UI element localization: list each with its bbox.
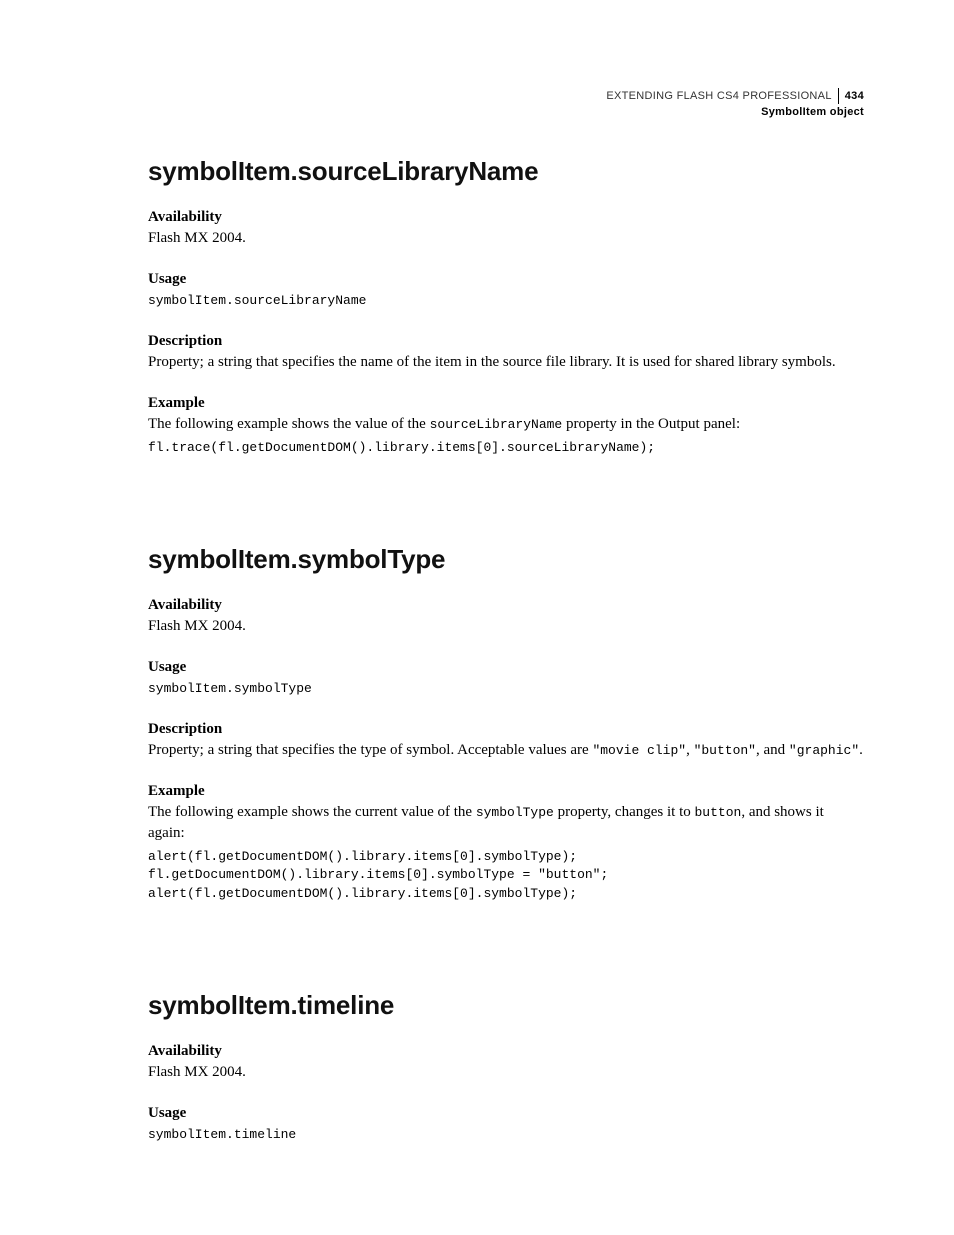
page-content: symbolItem.sourceLibraryName Availabilit… — [148, 88, 864, 1145]
inline-code: "graphic" — [789, 743, 859, 758]
subhead-usage: Usage — [148, 659, 864, 676]
inline-code: "movie clip" — [592, 743, 686, 758]
text-run: property, changes it to — [554, 804, 695, 820]
text-run: , — [686, 742, 694, 758]
body-text: The following example shows the current … — [148, 802, 864, 844]
section-title: symbolItem.symbolType — [148, 544, 864, 575]
subhead-availability: Availability — [148, 209, 864, 226]
code-block: symbolItem.timeline — [148, 1126, 864, 1145]
body-text: Property; a string that specifies the ty… — [148, 740, 864, 761]
subhead-description: Description — [148, 721, 864, 738]
subhead-example: Example — [148, 395, 864, 412]
page-header: EXTENDING FLASH CS4 PROFESSIONAL 434 Sym… — [606, 88, 864, 120]
section-title: symbolItem.sourceLibraryName — [148, 156, 864, 187]
header-separator — [838, 88, 839, 104]
text-run: , and — [756, 742, 789, 758]
subhead-availability: Availability — [148, 1043, 864, 1060]
subhead-example: Example — [148, 783, 864, 800]
body-text: Flash MX 2004. — [148, 1062, 864, 1083]
inline-code: "button" — [694, 743, 756, 758]
book-title: EXTENDING FLASH CS4 PROFESSIONAL — [606, 89, 831, 104]
code-block: fl.trace(fl.getDocumentDOM().library.ite… — [148, 439, 864, 458]
inline-code: symbolType — [476, 805, 554, 820]
body-text: The following example shows the value of… — [148, 414, 864, 435]
body-text: Flash MX 2004. — [148, 228, 864, 249]
subhead-availability: Availability — [148, 597, 864, 614]
text-run: property in the Output panel: — [562, 416, 740, 432]
section-title: symbolItem.timeline — [148, 990, 864, 1021]
page-number: 434 — [845, 89, 864, 104]
text-run: The following example shows the current … — [148, 804, 476, 820]
code-block: symbolItem.symbolType — [148, 680, 864, 699]
inline-code: sourceLibraryName — [430, 417, 563, 432]
text-run: Property; a string that specifies the ty… — [148, 742, 592, 758]
code-block: symbolItem.sourceLibraryName — [148, 292, 864, 311]
text-run: The following example shows the value of… — [148, 416, 430, 432]
inline-code: button — [695, 805, 742, 820]
subhead-usage: Usage — [148, 1105, 864, 1122]
subhead-description: Description — [148, 333, 864, 350]
header-subtitle: SymbolItem object — [606, 105, 864, 120]
body-text: Property; a string that specifies the na… — [148, 352, 864, 373]
text-run: . — [859, 742, 863, 758]
body-text: Flash MX 2004. — [148, 616, 864, 637]
code-block: alert(fl.getDocumentDOM().library.items[… — [148, 848, 864, 905]
subhead-usage: Usage — [148, 271, 864, 288]
